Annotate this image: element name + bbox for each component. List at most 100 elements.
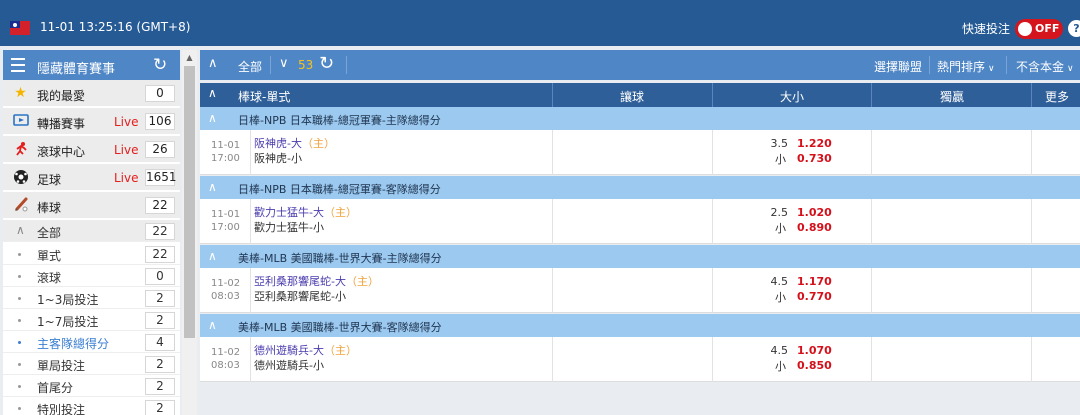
sidebar-scrollbar[interactable]: ▲	[182, 50, 197, 415]
sub-item-innings-1-7[interactable]: 1~7局投注 2	[3, 309, 180, 331]
datetime-label: 11-01 13:25:16 (GMT+8)	[40, 20, 191, 34]
sub-item-single-inning[interactable]: 單局投注 2	[3, 353, 180, 375]
collapse-icon[interactable]: ∧	[208, 318, 217, 332]
total-line: 2.5	[770, 206, 789, 219]
sidebar-item-favorites[interactable]: ★ 我的最愛 0	[3, 80, 180, 107]
all-filter-button[interactable]: 全部	[238, 58, 262, 75]
column-header-market: 棒球-單式	[238, 90, 291, 104]
collapse-icon[interactable]: ∧	[208, 86, 217, 100]
sidebar-item-baseball[interactable]: 棒球 22	[3, 192, 180, 219]
sidebar-item-broadcast[interactable]: 轉播賽事 Live 106	[3, 108, 180, 135]
sub-item-label: 1~3局投注	[37, 293, 99, 307]
count-badge: 4	[145, 334, 175, 351]
under-odds[interactable]: 0.890	[797, 221, 832, 234]
host-marker: （主）	[301, 137, 335, 150]
host-marker: （主）	[345, 275, 379, 288]
live-label: Live	[114, 171, 139, 185]
team-over-label: 德州遊騎兵-大	[254, 344, 324, 357]
sub-item-first-last[interactable]: 首尾分 2	[3, 375, 180, 397]
collapse-icon[interactable]: ∧	[208, 249, 217, 263]
sort-dropdown[interactable]: 熱門排序 ∨	[937, 58, 995, 75]
over-odds[interactable]: 1.170	[797, 275, 832, 288]
sub-item-innings-1-3[interactable]: 1~3局投注 2	[3, 287, 180, 309]
select-league-button[interactable]: 選擇聯盟	[874, 58, 922, 75]
count-badge: 26	[145, 141, 175, 158]
sub-item-special[interactable]: 特別投注 2	[3, 397, 180, 415]
league-row[interactable]: ∧ 日棒-NPB 日本職棒-總冠軍賽-客隊總得分	[200, 176, 1080, 199]
divider	[346, 56, 347, 74]
sub-item-single[interactable]: 單式 22	[3, 243, 180, 265]
taiwan-flag-icon	[10, 21, 30, 35]
bullet-icon	[18, 319, 21, 322]
collapse-all-icon[interactable]: ∧	[208, 56, 218, 71]
sidebar-item-soccer[interactable]: 足球 Live 1651	[3, 164, 180, 191]
scroll-up-icon[interactable]: ▲	[182, 50, 197, 65]
total-line: 4.5	[770, 275, 789, 288]
column-header-over-under: 大小	[780, 90, 805, 104]
sort-label: 熱門排序	[937, 60, 986, 74]
count-badge: 2	[145, 312, 175, 329]
sub-item-label: 滾球	[37, 271, 62, 285]
under-label: 小	[775, 291, 786, 304]
main-toolbar: ∧ 全部 ∨ 53 ↻ 選擇聯盟 熱門排序 ∨ 不含本金 ∨	[200, 50, 1080, 80]
host-marker: （主）	[323, 206, 357, 219]
chevron-up-icon: ∧	[16, 223, 25, 237]
scrollbar-thumb[interactable]	[184, 66, 195, 338]
count-badge: 106	[145, 113, 175, 130]
under-label: 小	[775, 222, 786, 235]
total-line: 4.5	[770, 344, 789, 357]
odds-cell: 1.020 0.890	[797, 205, 832, 235]
currency-label: 不含本金	[1016, 60, 1065, 74]
bullet-icon	[18, 275, 21, 278]
sub-item-team-total[interactable]: 主客隊總得分 4	[3, 331, 180, 353]
menu-icon[interactable]	[11, 58, 25, 72]
bullet-icon	[18, 363, 21, 366]
runner-icon	[12, 141, 29, 158]
league-row[interactable]: ∧ 日棒-NPB 日本職棒-總冠軍賽-主隊總得分	[200, 107, 1080, 130]
over-odds[interactable]: 1.020	[797, 206, 832, 219]
odds-cell: 1.220 0.730	[797, 136, 832, 166]
count-badge: 1651	[145, 169, 177, 186]
league-row[interactable]: ∧ 美棒-MLB 美國職棒-世界大賽-主隊總得分	[200, 245, 1080, 268]
refresh-icon[interactable]: ↻	[153, 55, 167, 75]
odds-cell: 1.070 0.850	[797, 343, 832, 373]
collapse-icon[interactable]: ∧	[208, 111, 217, 125]
sidebar-item-in-play[interactable]: 滾球中心 Live 26	[3, 136, 180, 163]
under-odds[interactable]: 0.850	[797, 359, 832, 372]
match-time: 11-01 17:00	[211, 140, 241, 164]
refresh-icon[interactable]: ↻	[319, 53, 334, 74]
over-odds[interactable]: 1.220	[797, 137, 832, 150]
team-under-label: 德州遊騎兵-小	[254, 359, 324, 372]
match-row: 11-02 08:03 亞利桑那響尾蛇-大（主） 亞利桑那響尾蛇-小 4.5 小 …	[200, 268, 1080, 313]
count-badge: 22	[145, 223, 175, 240]
sub-item-label: 首尾分	[37, 381, 74, 395]
sub-item-all[interactable]: ∧ 全部 22	[3, 220, 180, 242]
star-icon: ★	[14, 85, 27, 101]
under-odds[interactable]: 0.770	[797, 290, 832, 303]
sidebar-header: 隱藏體育賽事 ↻	[3, 50, 180, 80]
help-button[interactable]: ?	[1068, 20, 1080, 37]
tv-icon	[12, 113, 29, 130]
column-header-handicap: 讓球	[620, 90, 645, 104]
match-row: 11-01 17:00 阪神虎-大（主） 阪神虎-小 3.5 小 1.220 0.…	[200, 130, 1080, 175]
quick-bet-toggle[interactable]: OFF	[1015, 19, 1063, 39]
total-line: 3.5	[770, 137, 789, 150]
currency-dropdown[interactable]: 不含本金 ∨	[1016, 58, 1074, 75]
collapse-icon[interactable]: ∧	[208, 180, 217, 194]
sidebar-item-label: 轉播賽事	[37, 117, 86, 131]
count-badge: 0	[145, 85, 175, 102]
chevron-down-icon[interactable]: ∨	[279, 56, 289, 71]
chevron-down-icon: ∨	[988, 64, 995, 74]
under-odds[interactable]: 0.730	[797, 152, 832, 165]
league-row[interactable]: ∧ 美棒-MLB 美國職棒-世界大賽-客隊總得分	[200, 314, 1080, 337]
over-odds[interactable]: 1.070	[797, 344, 832, 357]
sidebar-title[interactable]: 隱藏體育賽事	[37, 58, 115, 77]
column-header-more: 更多	[1045, 90, 1070, 104]
live-label: Live	[114, 115, 139, 129]
count-badge: 0	[145, 268, 175, 285]
match-time: 11-02 08:03	[211, 347, 241, 371]
count-badge: 22	[145, 197, 175, 214]
divider	[929, 56, 930, 74]
sub-item-in-play[interactable]: 滾球 0	[3, 265, 180, 287]
league-name: 美棒-MLB 美國職棒-世界大賽-主隊總得分	[238, 252, 442, 265]
